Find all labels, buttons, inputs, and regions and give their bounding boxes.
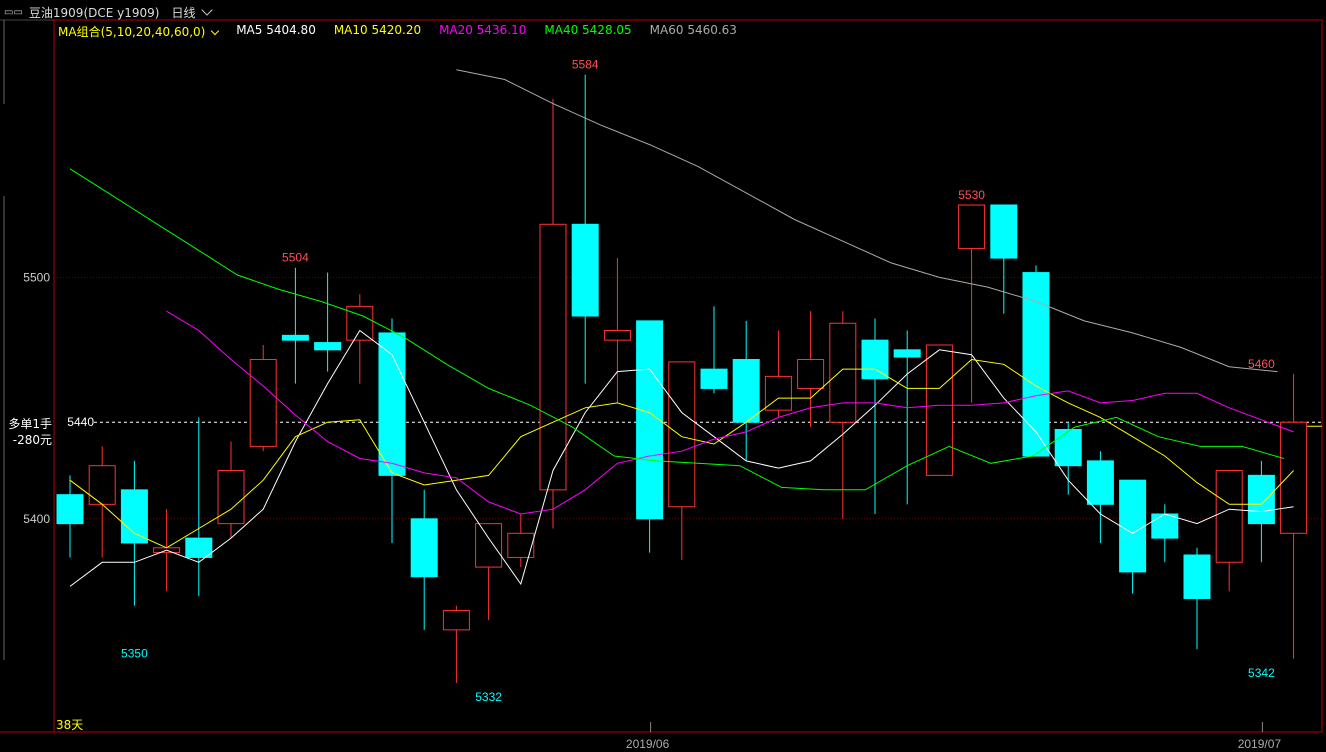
ma-line-ma60 bbox=[456, 69, 1278, 373]
period-label: 日线 bbox=[171, 5, 196, 20]
candle-body bbox=[571, 223, 599, 317]
y-tick-label: 5500 bbox=[23, 270, 50, 284]
candle-body bbox=[410, 518, 438, 578]
price-line-label: 5440 bbox=[67, 415, 94, 429]
candle-body bbox=[185, 537, 213, 558]
candle-body bbox=[217, 470, 245, 525]
x-tick-label: 2019/07 bbox=[1238, 737, 1282, 751]
chart-header: ▭▭ 豆油1909(DCE y1909) 日线 bbox=[4, 3, 213, 21]
position-lots: 多单1手 bbox=[8, 417, 52, 431]
candle-body bbox=[1280, 421, 1308, 534]
period-selector[interactable]: 日线 bbox=[171, 3, 213, 21]
candle-body bbox=[668, 361, 696, 508]
ma-legend: MA组合(5,10,20,40,60,0) MA5 5404.80 MA10 5… bbox=[58, 23, 737, 40]
position-info: 多单1手 -280元 bbox=[8, 416, 52, 448]
price-annotation: 5460 bbox=[1248, 357, 1275, 371]
candlestick-chart[interactable]: 5400 5500 5440 2019/06 2019/07 5504 5584 5530 54… bbox=[0, 0, 1326, 752]
candle-body bbox=[1183, 554, 1211, 599]
ma20-value: MA20 5436.10 bbox=[439, 23, 527, 37]
position-pnl: -280元 bbox=[12, 433, 52, 447]
days-count: 38天 bbox=[56, 718, 84, 732]
candle-body bbox=[314, 342, 342, 351]
candle-body bbox=[603, 330, 631, 341]
price-annotation: 5530 bbox=[958, 188, 985, 202]
candle-body bbox=[507, 532, 535, 558]
candle-body bbox=[442, 610, 470, 631]
chevron-down-icon bbox=[210, 26, 220, 36]
x-tick-label: 2019/06 bbox=[626, 737, 670, 751]
price-annotation: 5584 bbox=[572, 58, 599, 72]
ma-group-selector[interactable]: MA组合(5,10,20,40,60,0) bbox=[58, 23, 220, 40]
price-annotation: 5332 bbox=[475, 690, 502, 704]
candle-body bbox=[990, 204, 1018, 259]
candle-body bbox=[539, 223, 567, 491]
y-tick-label: 5400 bbox=[23, 512, 50, 526]
ma60-value: MA60 5460.63 bbox=[649, 23, 737, 37]
ma40-value: MA40 5428.05 bbox=[544, 23, 632, 37]
price-annotation: 5342 bbox=[1248, 666, 1275, 680]
ma10-value: MA10 5420.20 bbox=[333, 23, 422, 37]
candle-body bbox=[1151, 513, 1179, 539]
candle-body bbox=[1054, 428, 1082, 467]
ma-group-label: MA组合(5,10,20,40,60,0) bbox=[58, 25, 206, 39]
symbol-name[interactable]: 豆油1909(DCE y1909) bbox=[29, 4, 160, 21]
symbol-link-icon[interactable]: ▭▭ bbox=[4, 7, 23, 18]
candle-body bbox=[1119, 479, 1147, 573]
candle-body bbox=[56, 494, 84, 525]
candle-body bbox=[861, 339, 889, 380]
candle-body bbox=[1022, 272, 1050, 457]
candle-body bbox=[925, 344, 953, 476]
candle-body bbox=[281, 334, 309, 341]
candle-body bbox=[700, 368, 728, 389]
candle-body bbox=[797, 358, 825, 389]
candle-body bbox=[732, 358, 760, 423]
candle-body bbox=[1086, 460, 1114, 505]
candle-body bbox=[475, 523, 503, 568]
candle-body bbox=[88, 465, 116, 505]
candle-body bbox=[893, 349, 921, 358]
candle-body bbox=[829, 322, 857, 423]
ma5-value: MA5 5404.80 bbox=[236, 23, 316, 37]
candle-body bbox=[249, 358, 277, 447]
price-annotation: 5504 bbox=[282, 251, 309, 265]
price-annotation: 5350 bbox=[121, 647, 148, 661]
candle-body bbox=[1215, 470, 1243, 563]
candle-body bbox=[958, 204, 986, 249]
chevron-down-icon bbox=[201, 3, 213, 16]
candle-body bbox=[1247, 474, 1275, 525]
candle-body bbox=[120, 489, 148, 544]
